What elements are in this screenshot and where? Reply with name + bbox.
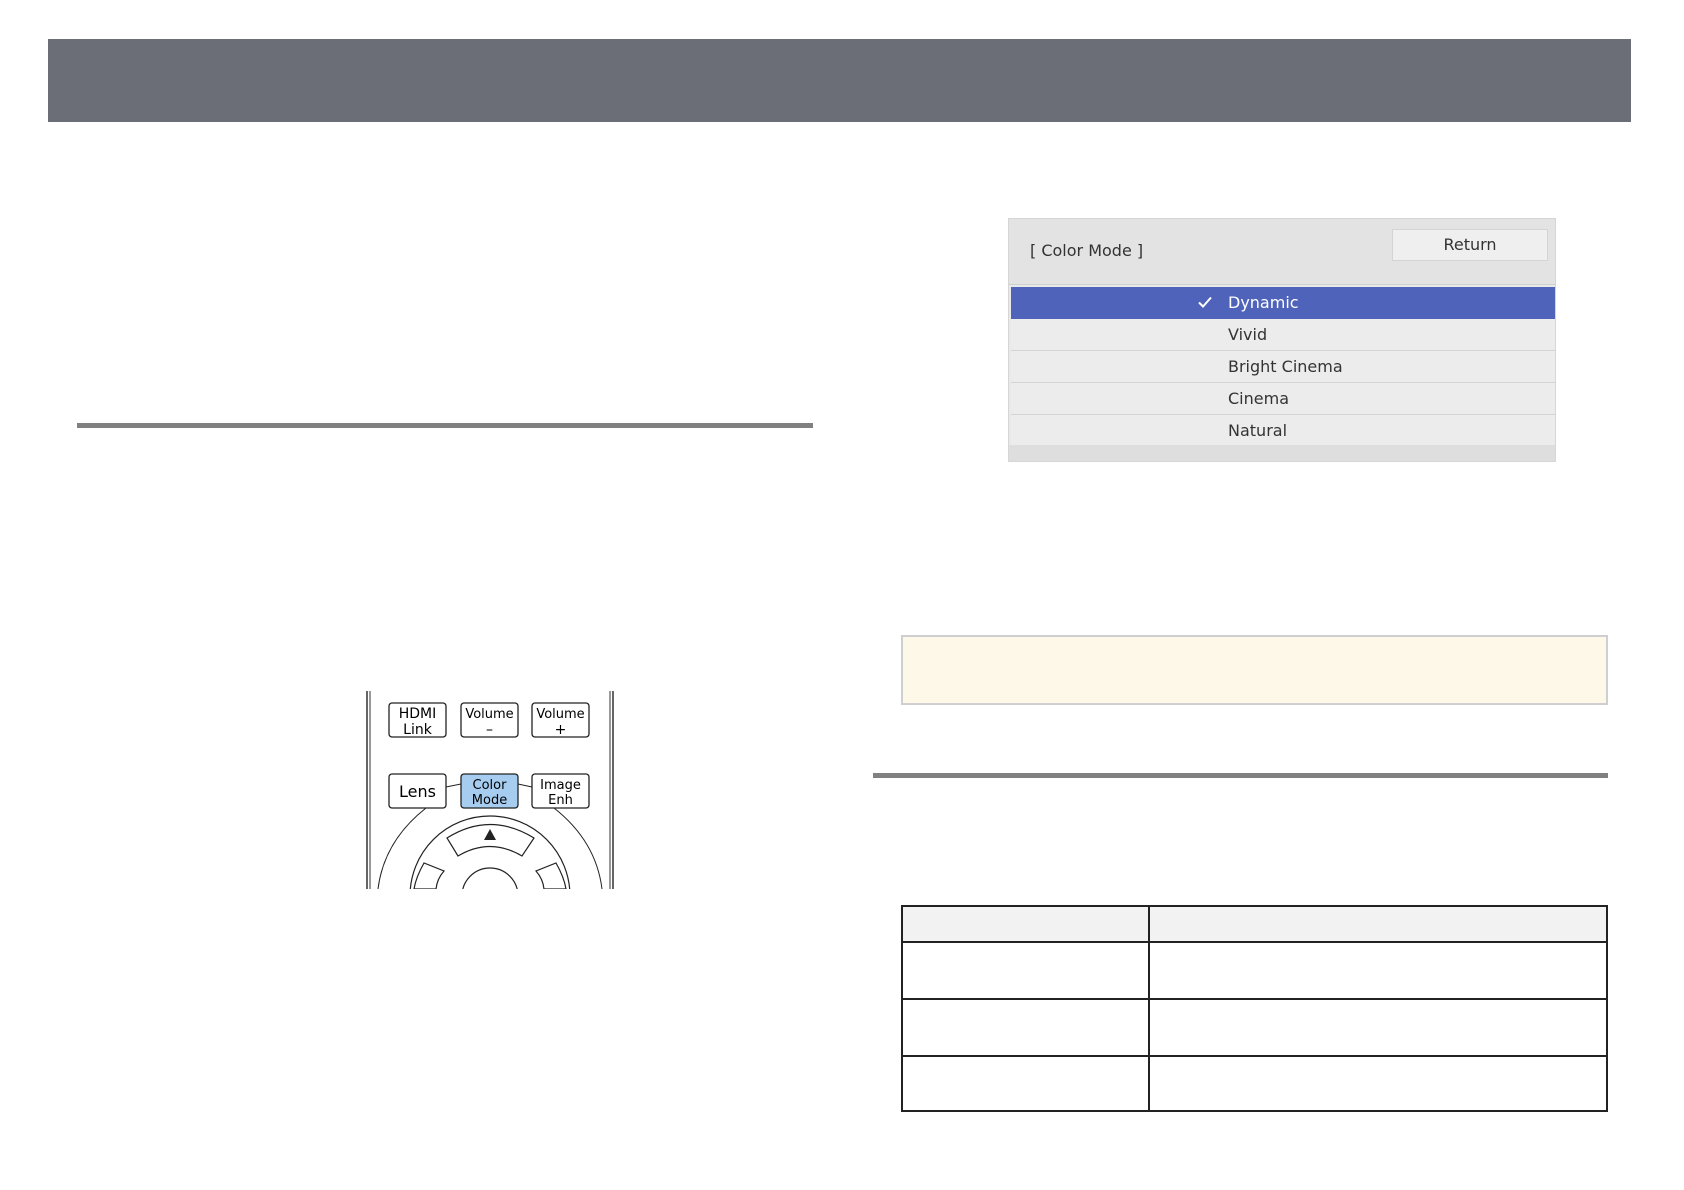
color-mode-options: Dynamic Vivid Bright Cinema Cinema Natur… bbox=[1011, 287, 1555, 447]
menu-item-vivid[interactable]: Vivid bbox=[1011, 319, 1555, 351]
color-mode-menu: [ Color Mode ] Return Dynamic Vivid Brig… bbox=[1008, 218, 1556, 462]
svg-text:Lens: Lens bbox=[399, 782, 436, 801]
check-icon bbox=[1198, 296, 1212, 308]
menu-item-cinema[interactable]: Cinema bbox=[1011, 383, 1555, 415]
image-enhancement-button[interactable]: Image Enh bbox=[531, 773, 590, 809]
menu-item-label: Vivid bbox=[1228, 325, 1268, 344]
svg-text:HDMI: HDMI bbox=[399, 706, 437, 722]
menu-item-label: Dynamic bbox=[1228, 293, 1299, 312]
svg-text:Link: Link bbox=[403, 722, 433, 738]
volume-down-button[interactable]: Volume – bbox=[460, 702, 519, 738]
note-box bbox=[901, 635, 1608, 705]
settings-table bbox=[901, 905, 1608, 1112]
svg-text:Volume: Volume bbox=[465, 707, 513, 722]
menu-item-label: Bright Cinema bbox=[1228, 357, 1343, 376]
svg-text:Color: Color bbox=[473, 778, 508, 793]
menu-item-label: Natural bbox=[1228, 421, 1288, 440]
header-bar bbox=[48, 39, 1631, 122]
right-arrow-button[interactable] bbox=[534, 862, 567, 889]
hdmi-link-button[interactable]: HDMI Link bbox=[388, 702, 447, 738]
svg-text:Enh: Enh bbox=[548, 793, 573, 808]
volume-up-button[interactable]: Volume + bbox=[531, 702, 590, 738]
table-column-divider bbox=[1148, 907, 1150, 1110]
svg-text:Volume: Volume bbox=[536, 707, 584, 722]
svg-text:Mode: Mode bbox=[472, 793, 507, 808]
return-button[interactable]: Return bbox=[1392, 229, 1548, 261]
table-divider bbox=[903, 1055, 1606, 1057]
left-arrow-button[interactable] bbox=[413, 862, 446, 889]
svg-text:–: – bbox=[486, 722, 493, 738]
menu-title: [ Color Mode ] bbox=[1030, 241, 1144, 260]
menu-item-label: Cinema bbox=[1228, 389, 1289, 408]
table-divider bbox=[903, 941, 1606, 943]
svg-text:Image: Image bbox=[540, 778, 581, 793]
color-mode-button[interactable]: Color Mode bbox=[460, 773, 519, 809]
lens-button[interactable]: Lens bbox=[388, 773, 447, 809]
menu-footer bbox=[1009, 445, 1555, 461]
menu-header: [ Color Mode ] Return bbox=[1009, 219, 1555, 285]
menu-item-bright-cinema[interactable]: Bright Cinema bbox=[1011, 351, 1555, 383]
menu-item-dynamic[interactable]: Dynamic bbox=[1011, 287, 1555, 319]
section-divider-right bbox=[873, 773, 1608, 778]
table-divider bbox=[903, 998, 1606, 1000]
svg-text:+: + bbox=[555, 722, 567, 738]
section-divider-left bbox=[77, 423, 813, 428]
up-arrow-button[interactable] bbox=[446, 823, 535, 857]
remote-control-illustration: HDMI Link Volume – Volume + Lens Color M… bbox=[366, 691, 614, 889]
menu-item-natural[interactable]: Natural bbox=[1011, 415, 1555, 447]
table-header bbox=[903, 907, 1606, 941]
